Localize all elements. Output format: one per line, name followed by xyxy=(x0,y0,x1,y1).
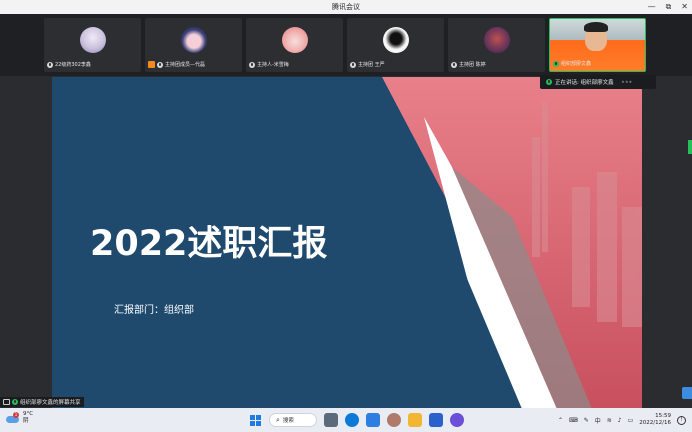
wifi-icon[interactable]: ≋ xyxy=(607,417,612,424)
volume-icon[interactable]: ♪ xyxy=(618,417,622,424)
chat-float-button[interactable] xyxy=(682,387,692,399)
close-button[interactable]: ✕ xyxy=(681,0,688,14)
speaking-label: 正在讲话: 组织部廖文鑫 xyxy=(555,80,614,86)
clock-time: 15:59 xyxy=(655,413,671,419)
keyboard-icon[interactable]: ⌨ xyxy=(569,417,578,424)
store-icon[interactable] xyxy=(429,413,443,427)
weather-temp: 9°C xyxy=(23,411,34,417)
file-explorer-icon[interactable] xyxy=(408,413,422,427)
screen-share-icon xyxy=(3,399,10,405)
chevron-up-icon[interactable]: ⌃ xyxy=(558,417,563,424)
search-icon: ⌕ xyxy=(276,415,280,424)
participant-name: 主持团 王严 xyxy=(358,62,385,68)
mic-icon xyxy=(451,61,457,68)
edge-browser-icon[interactable] xyxy=(345,413,359,427)
side-panel-tab[interactable] xyxy=(688,140,692,154)
shared-slide: 2022述职汇报 汇报部门：组织部 xyxy=(52,77,642,409)
slide-subtitle: 汇报部门：组织部 xyxy=(114,305,194,316)
mic-active-icon xyxy=(12,399,18,405)
participant-tile[interactable]: 22级药302李鑫 xyxy=(44,18,141,72)
participant-name: 组织部廖文鑫 xyxy=(561,61,592,67)
screen-share-label: 组织部廖文鑫的屏幕共享 xyxy=(0,397,84,407)
mic-active-icon xyxy=(546,79,552,85)
speaking-banner: 正在讲话: 组织部廖文鑫 ••• xyxy=(540,75,656,89)
avatar xyxy=(181,27,207,53)
window-controls: — ⧉ ✕ xyxy=(648,0,688,14)
taskbar: 1 9°C 阴 ⌕ 搜索 ⌃ ⌨ ✎ 中 ≋ ♪ ▭ 15:59 2022/12… xyxy=(0,408,692,432)
clock-date: 2022/12/16 xyxy=(639,420,671,426)
participant-tile[interactable]: 主持人-米雪梅 xyxy=(246,18,343,72)
pen-icon[interactable]: ✎ xyxy=(584,417,589,424)
mic-icon xyxy=(47,61,53,68)
participant-name: 主持团 陈婷 xyxy=(459,62,486,68)
participant-tile[interactable]: 主持团成员—代磊 xyxy=(145,18,242,72)
app-avatar-icon[interactable] xyxy=(387,413,401,427)
weather-widget[interactable]: 1 9°C 阴 xyxy=(6,411,33,425)
battery-icon[interactable]: ▭ xyxy=(628,417,634,424)
avatar xyxy=(484,27,510,53)
mic-icon xyxy=(249,61,255,68)
avatar xyxy=(383,27,409,53)
mic-active-icon xyxy=(553,60,559,67)
slide-title: 2022述职汇报 xyxy=(90,224,328,264)
tencent-meeting-icon[interactable] xyxy=(366,413,380,427)
restore-button[interactable]: ⧉ xyxy=(666,0,672,14)
window-title: 腾讯会议 xyxy=(332,3,360,11)
weather-badge: 1 xyxy=(13,412,19,418)
search-box[interactable]: ⌕ 搜索 xyxy=(269,413,317,427)
meeting-app: 腾讯会议 — ⧉ ✕ 22级药302李鑫 主持团成员—代磊 主持人-米雪梅 主持… xyxy=(0,0,692,432)
task-view-icon[interactable] xyxy=(324,413,338,427)
participant-tile[interactable]: 主持团 陈婷 xyxy=(448,18,545,72)
system-tray: ⌃ ⌨ ✎ 中 ≋ ♪ ▭ 15:59 2022/12/16 ! xyxy=(558,411,686,429)
clock[interactable]: 15:59 2022/12/16 xyxy=(639,413,671,427)
participant-tile-speaking[interactable]: 组织部廖文鑫 xyxy=(549,18,646,72)
weather-desc: 阴 xyxy=(23,418,29,424)
participant-name: 主持团成员—代磊 xyxy=(165,62,206,68)
mic-icon xyxy=(157,61,163,68)
start-button[interactable] xyxy=(248,413,262,427)
windows-icon xyxy=(249,414,261,426)
app-icon[interactable] xyxy=(450,413,464,427)
avatar xyxy=(282,27,308,53)
speaker-hair xyxy=(584,22,608,32)
avatar xyxy=(80,27,106,53)
participant-tile[interactable]: 主持团 王严 xyxy=(347,18,444,72)
share-label-text: 组织部廖文鑫的屏幕共享 xyxy=(20,400,81,406)
title-bar: 腾讯会议 — ⧉ ✕ xyxy=(0,0,692,14)
search-label: 搜索 xyxy=(282,418,294,424)
taskbar-apps: ⌕ 搜索 xyxy=(248,411,464,429)
host-badge-icon xyxy=(148,61,155,68)
speaking-dots: ••• xyxy=(620,77,633,87)
participant-name: 22级药302李鑫 xyxy=(55,62,91,68)
notification-icon[interactable]: ! xyxy=(677,415,686,425)
participant-name: 主持人-米雪梅 xyxy=(257,62,289,68)
input-language[interactable]: 中 xyxy=(595,416,601,425)
mic-icon xyxy=(350,61,356,68)
minimize-button[interactable]: — xyxy=(648,0,656,14)
cloud-icon: 1 xyxy=(6,412,20,423)
participant-strip: 22级药302李鑫 主持团成员—代磊 主持人-米雪梅 主持团 王严 主持团 陈婷… xyxy=(0,14,692,76)
